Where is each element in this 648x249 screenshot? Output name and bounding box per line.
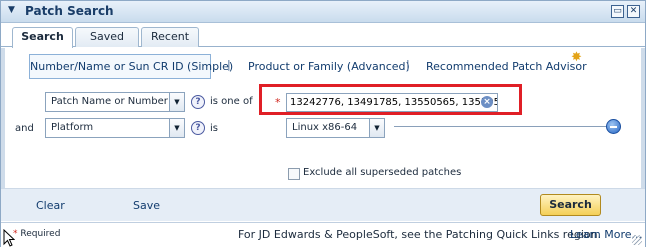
required-note: * Required <box>13 229 60 239</box>
remove-criterion-icon[interactable] <box>606 119 621 134</box>
field-select-value: Patch Name or Number <box>51 96 168 107</box>
save-button[interactable]: Save <box>133 199 160 212</box>
exclude-superseded-label: Exclude all superseded patches <box>303 167 462 178</box>
patch-search-panel: ▼ Patch Search ▭ ✕ Search Saved Recent N… <box>0 0 646 247</box>
clear-input-icon[interactable]: × <box>481 96 493 108</box>
triangle-down-icon[interactable]: ▼ <box>8 5 15 15</box>
dropdown-arrow-icon[interactable]: ▼ <box>369 119 384 137</box>
tab-search[interactable]: Search <box>12 27 73 48</box>
field-select-value: Platform <box>51 122 94 133</box>
resize-grip-icon[interactable] <box>632 235 642 245</box>
operator-label: is <box>210 123 218 134</box>
dropdown-arrow-icon[interactable]: ▼ <box>169 119 184 137</box>
field-select-patch[interactable]: Patch Name or Number ▼ <box>45 92 185 112</box>
separator: | <box>406 58 410 71</box>
field-select-platform[interactable]: Platform ▼ <box>45 118 185 138</box>
action-bar: Clear Save Search <box>1 188 645 221</box>
recommended-patch-advisor-link[interactable]: Recommended Patch Advisor <box>426 60 587 73</box>
star-burst-icon: ✸ <box>571 50 582 65</box>
close-icon[interactable]: ✕ <box>627 5 640 18</box>
separator: | <box>227 58 231 71</box>
exclude-superseded-checkbox[interactable] <box>288 168 300 180</box>
required-label: Required <box>20 229 61 239</box>
status-message: For JD Edwards & PeopleSoft, see the Pat… <box>238 228 602 241</box>
status-bar: * Required For JD Edwards & PeopleSoft, … <box>1 222 645 247</box>
required-marker: * <box>275 96 281 109</box>
tab-recent[interactable]: Recent <box>141 27 199 47</box>
dropdown-arrow-icon[interactable]: ▼ <box>169 93 184 111</box>
advanced-search-link[interactable]: Product or Family (Advanced) <box>248 60 410 73</box>
simple-search-link[interactable]: Number/Name or Sun CR ID (Simple) <box>29 54 233 79</box>
search-form: Number/Name or Sun CR ID (Simple) | Prod… <box>1 48 645 188</box>
panel-titlebar: ▼ Patch Search ▭ ✕ <box>1 1 645 23</box>
restore-icon[interactable]: ▭ <box>611 5 624 18</box>
help-icon[interactable]: ? <box>191 121 205 135</box>
platform-select[interactable]: Linux x86-64 ▼ <box>286 118 385 138</box>
tab-saved[interactable]: Saved <box>75 27 139 47</box>
panel-title: Patch Search <box>25 4 114 18</box>
row-divider <box>394 126 610 127</box>
connector-label: and <box>15 123 34 134</box>
operator-label: is one of <box>210 96 253 107</box>
mouse-pointer-icon <box>3 229 15 247</box>
platform-select-value: Linux x86-64 <box>292 122 358 133</box>
help-icon[interactable]: ? <box>191 95 205 109</box>
search-button[interactable]: Search <box>540 194 601 216</box>
clear-button[interactable]: Clear <box>36 199 65 212</box>
patch-number-input[interactable]: 13242776, 13491785, 13550565, 13550561 <box>286 93 498 112</box>
search-tabs: Search Saved Recent <box>1 23 645 48</box>
